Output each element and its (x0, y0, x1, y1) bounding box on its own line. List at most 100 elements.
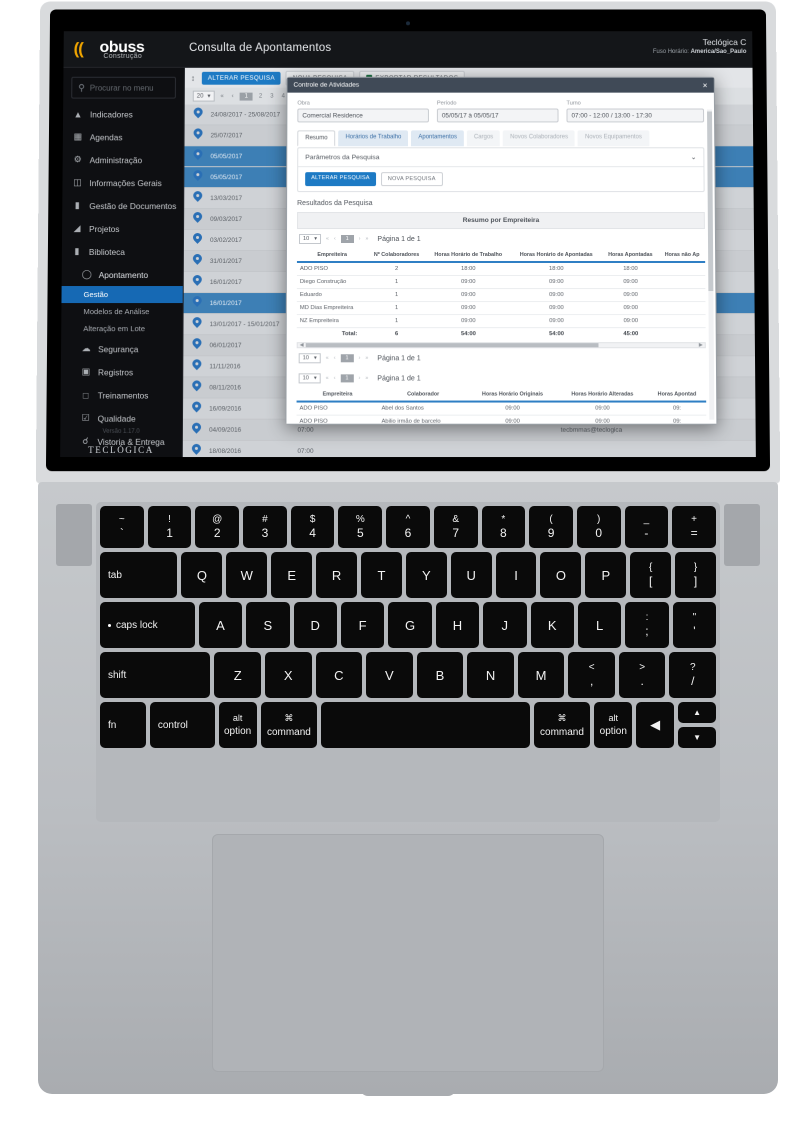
prev-page-button[interactable]: ‹ (230, 93, 236, 99)
sidebar-item-seguranca[interactable]: ☁ Segurança (61, 337, 182, 360)
first-page-button[interactable]: « (326, 375, 329, 381)
current-page[interactable]: 1 (340, 235, 354, 243)
page-size-select[interactable]: 10 ▾ (298, 353, 321, 364)
key-4[interactable]: $4 (290, 506, 335, 548)
key-semicolon[interactable]: :; (625, 602, 669, 648)
sidebar-subitem-modelos-analise[interactable]: Modelos de Análise (61, 303, 182, 320)
page-button-3[interactable]: 3 (268, 93, 275, 99)
turno-input[interactable]: 07:00 - 12:00 / 13:00 - 17:30 (566, 108, 705, 123)
key-0[interactable]: ) 0 (576, 506, 621, 548)
table-row[interactable]: ADO PISO 2 18:00 18:00 18:00 (296, 261, 706, 276)
table-row[interactable]: ADO PISO Abilio irmão de barcelo 09:00 0… (296, 415, 707, 424)
key-shift-left[interactable]: shift (100, 652, 211, 698)
alterar-pesquisa-button[interactable]: ALTERAR PESQUISA (201, 71, 281, 85)
key-control[interactable]: control (149, 702, 215, 748)
first-page-button[interactable]: « (218, 93, 225, 99)
tab-novos-equipamentos[interactable]: Novos Equipamentos (577, 130, 649, 147)
table1-horizontal-scrollbar[interactable]: ◀ ▶ (296, 342, 706, 349)
key-space[interactable] (321, 702, 530, 748)
key-quote[interactable]: " ' (672, 602, 717, 648)
key-slash[interactable]: ? / (669, 652, 717, 698)
table-row[interactable]: 18/08/2016 07:00 (182, 440, 756, 458)
key-fn[interactable]: fn (100, 702, 146, 748)
tab-horarios-trabalho[interactable]: Horários de Trabalho (338, 130, 409, 147)
key-m[interactable]: M (517, 652, 565, 698)
modal-nova-pesquisa-button[interactable]: NOVA PESQUISA (380, 172, 443, 187)
sidebar-item-apontamento[interactable]: ◯ Apontamento (62, 263, 183, 286)
last-page-button[interactable]: » (365, 375, 368, 381)
key-caps-lock[interactable]: caps lock (100, 602, 195, 648)
key-tab[interactable]: tab (100, 552, 178, 598)
sidebar-item-qualidade[interactable]: ☑ Qualidade (60, 407, 182, 430)
sidebar-item-gestao-documentos[interactable]: ▮ Gestão de Documentos (62, 194, 183, 217)
last-page-button[interactable]: » (366, 236, 369, 242)
first-page-button[interactable]: « (326, 236, 329, 242)
sidebar-item-treinamentos[interactable]: □ Treinamentos (61, 383, 183, 406)
key-option-left[interactable]: alt option (218, 702, 257, 748)
sidebar-item-agendas[interactable]: ▦ Agendas (63, 125, 184, 148)
key-s[interactable]: S (246, 602, 290, 648)
tab-cargos[interactable]: Cargos (466, 130, 501, 147)
sidebar-item-informacoes-gerais[interactable]: ◫ Informações Gerais (62, 171, 183, 194)
sidebar-subitem-gestao[interactable]: Gestão (61, 286, 183, 304)
key-t[interactable]: T (360, 552, 402, 598)
key-arrow-up[interactable]: ▲ (678, 702, 716, 723)
scroll-thumb[interactable] (305, 343, 599, 348)
key-equals[interactable]: + = (672, 506, 716, 548)
key-k[interactable]: K (530, 602, 574, 648)
sidebar-subitem-alteracao-lote[interactable]: Alteração em Lote (61, 320, 182, 337)
sidebar-item-biblioteca[interactable]: ▮ Biblioteca (62, 240, 183, 263)
table-row[interactable]: MD Dias Empreiteira 1 09:00 09:00 09:00 (296, 301, 706, 315)
prev-page-button[interactable]: ‹ (334, 375, 336, 381)
key-command-right[interactable]: ⌘ command (533, 702, 591, 748)
trackpad[interactable] (212, 834, 604, 1072)
chevron-down-icon[interactable]: ⌄ (691, 153, 697, 161)
menu-search-input[interactable]: ⚲ Procurar no menu (71, 76, 176, 99)
scroll-right-icon[interactable]: ▶ (699, 342, 703, 348)
user-info[interactable]: Teclógica C Fuso Horário: America/Sao_Pa… (653, 37, 747, 55)
next-page-button[interactable]: › (359, 375, 361, 381)
key-e[interactable]: E (271, 552, 313, 598)
modal-alterar-pesquisa-button[interactable]: ALTERAR PESQUISA (305, 172, 376, 187)
key-3[interactable]: #3 (243, 506, 287, 548)
current-page[interactable]: 1 (340, 374, 354, 383)
page-size-select[interactable]: 10 ▾ (298, 234, 322, 244)
page-button-1[interactable]: 1 (239, 92, 253, 101)
current-page[interactable]: 1 (340, 354, 354, 363)
key-c[interactable]: C (315, 652, 363, 698)
next-page-button[interactable]: › (359, 355, 361, 361)
key-q[interactable]: Q (181, 552, 223, 598)
key-u[interactable]: U (450, 552, 492, 598)
key-v[interactable]: V (366, 652, 413, 698)
key-bracket-right[interactable]: }] (675, 552, 716, 598)
key-arrow-down[interactable]: ▼ (678, 727, 716, 748)
prev-page-button[interactable]: ‹ (334, 355, 336, 361)
key-h[interactable]: H (435, 602, 480, 648)
page-button-2[interactable]: 2 (257, 93, 264, 99)
key-w[interactable]: W (226, 552, 268, 598)
sidebar-item-projetos[interactable]: ◢ Projetos (62, 217, 183, 240)
key-l[interactable]: L (577, 602, 622, 648)
key-d[interactable]: D (293, 602, 337, 648)
key-1[interactable]: ! 1 (147, 506, 192, 548)
key-p[interactable]: P (585, 552, 627, 598)
page-size-select[interactable]: 20 ▾ (192, 90, 215, 102)
key-2[interactable]: @2 (195, 506, 240, 548)
table-row[interactable]: Eduardo 1 09:00 09:00 09:00 (296, 288, 706, 302)
key-n[interactable]: N (467, 652, 514, 698)
key-i[interactable]: I (495, 552, 537, 598)
sort-updown-icon[interactable]: ↕ (191, 73, 195, 82)
next-page-button[interactable]: › (359, 236, 361, 242)
table-row[interactable]: Diego Construção 1 09:00 09:00 09:00 (296, 275, 706, 289)
periodo-input[interactable]: 05/05/17 à 05/05/17 (436, 108, 559, 123)
sidebar-item-registros[interactable]: ▣ Registros (61, 360, 183, 383)
tab-apontamentos[interactable]: Apontamentos (411, 130, 464, 147)
brand-logo[interactable]: (( obuss Construção (73, 37, 181, 65)
first-page-button[interactable]: « (326, 355, 329, 361)
key-r[interactable]: R (316, 552, 357, 598)
tab-resumo[interactable]: Resumo (297, 130, 336, 147)
key-arrow-left[interactable]: ◀ (636, 702, 675, 748)
page-size-select[interactable]: 10 ▾ (298, 373, 321, 384)
key-option-right[interactable]: alt option (594, 702, 633, 748)
parametros-header[interactable]: Parâmetros da Pesquisa ⌄ (298, 148, 704, 168)
